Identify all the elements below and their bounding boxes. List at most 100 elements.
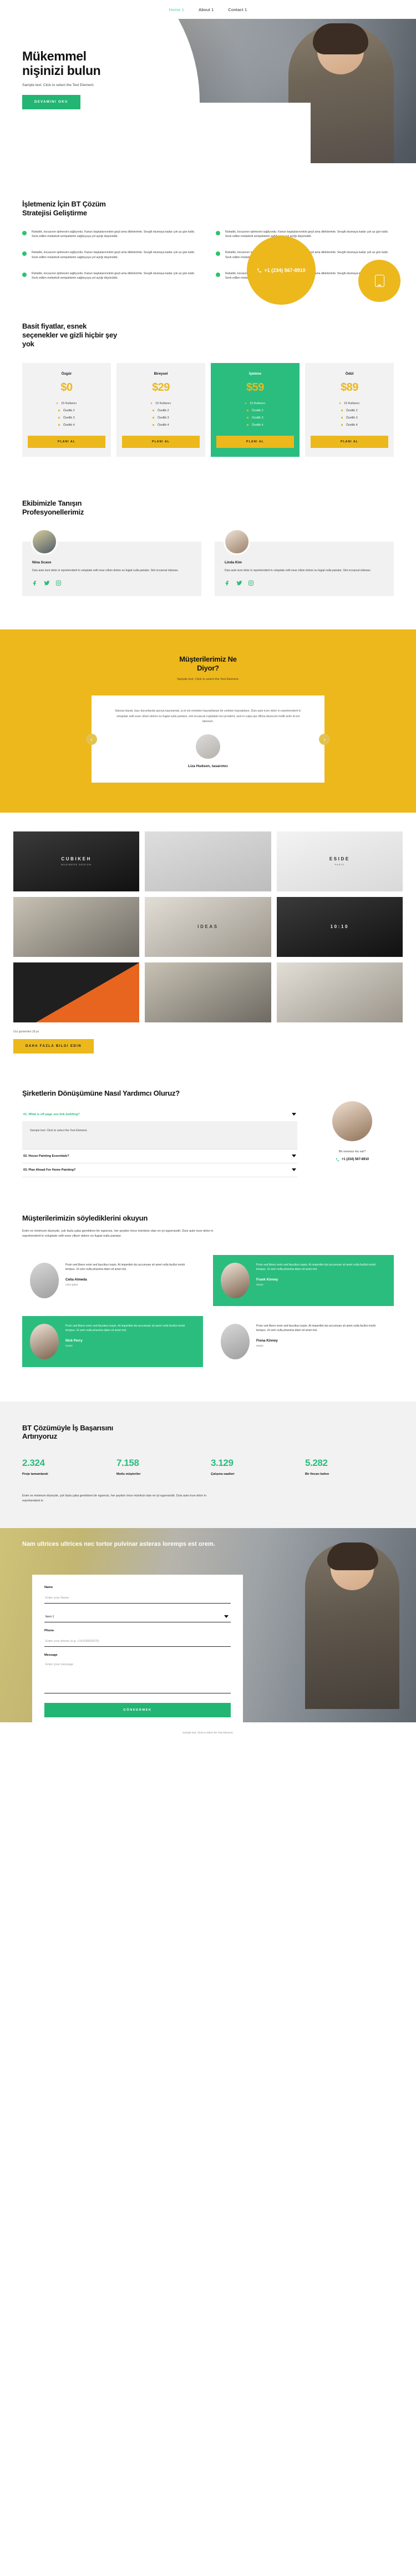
- bullet-dot-icon: [22, 230, 27, 235]
- chevron-down-icon: [292, 1168, 296, 1172]
- plan-cta-button[interactable]: Planı al: [311, 435, 388, 448]
- twitter-icon[interactable]: [44, 580, 50, 586]
- team-member-name: Linda Kim: [225, 561, 242, 565]
- nav-link-home[interactable]: Home 1: [169, 7, 184, 12]
- nav-link-about[interactable]: About 1: [199, 7, 214, 12]
- mobile-icon: [374, 275, 384, 288]
- pricing-title: Basit fiyatlar, esnek seçenekler ve gizl…: [22, 322, 394, 349]
- plan-feature: Özellik 2: [311, 409, 388, 412]
- carousel-next-button[interactable]: ›: [319, 733, 330, 745]
- stat-value: 2.324: [22, 1458, 45, 1469]
- hero-cta-button[interactable]: Devamını oku: [22, 95, 80, 110]
- review-author-name: Frank Kinney: [256, 1278, 278, 1282]
- portfolio-tile[interactable]: IDEAS: [145, 896, 271, 957]
- reviews-grid: Proin sed libero enim sed faucibus turpi…: [22, 1254, 394, 1367]
- portfolio-tile[interactable]: [13, 962, 140, 1022]
- plan-cta-button[interactable]: Planı al: [28, 435, 105, 448]
- faq-item-header[interactable]: 02. House Painting Essentials?: [22, 1150, 297, 1163]
- pricing-title-line-2: seçenekler ve gizli hiçbir şey: [22, 330, 117, 339]
- feature-text: Rahatlık, kocasının işitmesini sağlıyord…: [32, 230, 195, 239]
- hero-phone-badge[interactable]: +1 (234) 567-8910: [247, 236, 316, 305]
- faq-phone-number: +1 (234) 567-8910: [341, 1158, 369, 1162]
- bullet-square-icon: [153, 424, 154, 426]
- faq-section: Şirketlerin Dönüşümüne Nasıl Yardımcı Ol…: [0, 1053, 416, 1177]
- submit-button[interactable]: Göndermek: [44, 1703, 231, 1718]
- bullet-square-icon: [58, 417, 60, 419]
- stat-label: Çalışma saatleri: [211, 1473, 235, 1476]
- plan-feature: Özellik 2: [216, 409, 294, 412]
- faq-title-line-2: Oluruz?: [153, 1088, 180, 1097]
- twitter-icon[interactable]: [236, 580, 242, 586]
- portfolio-tile[interactable]: [276, 962, 403, 1022]
- portfolio-tile-title: IDEAS: [197, 924, 219, 930]
- stats-grid: 2.324 Proje tamamlandı 7.158 Mutlu müşte…: [22, 1458, 394, 1476]
- review-author-role: Müdür: [65, 1344, 73, 1348]
- review-card: Proin sed libero enim sed faucibus turpi…: [213, 1254, 394, 1306]
- bullet-square-icon: [247, 410, 248, 411]
- pricing-card-premium: Ödül $89 15 Kullanıcı Özellik 2 Özellik …: [305, 362, 394, 457]
- item-select[interactable]: Item 1: [44, 1611, 231, 1623]
- faq-accordion-column: 01. What is off page seo link building? …: [22, 1098, 297, 1177]
- facebook-icon[interactable]: [32, 580, 38, 586]
- portfolio-cta-button[interactable]: Daha fazla bilgi edin: [13, 1039, 94, 1053]
- plan-feature-label: Özellik 2: [157, 409, 169, 412]
- avatar: [31, 528, 58, 556]
- testimonial-author: Liza Hudson, tasarımcı: [188, 764, 228, 768]
- bullet-square-icon: [153, 410, 154, 411]
- review-card: Proin sed libero enim sed faucibus turpi…: [22, 1255, 203, 1306]
- portfolio-tile[interactable]: [145, 962, 271, 1022]
- faq-item-header[interactable]: 01. What is off page seo link building?: [22, 1108, 297, 1121]
- bullet-square-icon: [247, 424, 248, 426]
- feature-item: Rahatlık, kocasının işitmesini sağlıyord…: [22, 271, 200, 281]
- contact-section: Nam ultrices ultrices nec tortor pulvina…: [0, 1528, 416, 1723]
- plan-feature-list: 15 Kullanıcı Özellik 2 Özellik 3 Özellik…: [122, 402, 200, 427]
- plan-feature: Özellik 4: [216, 424, 294, 427]
- name-input[interactable]: [44, 1592, 231, 1604]
- phone-input[interactable]: [44, 1636, 231, 1647]
- portfolio-tile[interactable]: ESIDE PARIS: [276, 831, 403, 891]
- team-member-bio: Duis aute irure dolor in reprehenderit i…: [32, 569, 178, 573]
- avatar: [332, 1101, 372, 1141]
- review-author-role: Müdür: [256, 1283, 264, 1287]
- chevron-down-icon: [292, 1113, 296, 1116]
- plan-feature-label: Özellik 4: [157, 423, 169, 427]
- feature-text: Rahatlık, kocasının işitmesini sağlıyord…: [32, 251, 195, 259]
- feature-text: Rahatlık, kocasının işitmesini sağlıyord…: [32, 271, 195, 280]
- plan-cta-button[interactable]: Planı al: [216, 435, 294, 448]
- faq-item-header[interactable]: 03. Plan Ahead For Home Painting?: [22, 1163, 297, 1177]
- reviews-lead: Enim ve minimum düzeyde, çok fazla çaba …: [22, 1229, 214, 1238]
- portfolio-tile[interactable]: CUBIKEH BUSINESS DESIGN: [13, 831, 140, 891]
- instagram-icon[interactable]: [248, 580, 254, 586]
- avatar: [30, 1262, 59, 1298]
- pricing-card-free: Özgür $0 15 Kullanıcı Özellik 2 Özellik …: [22, 362, 111, 457]
- team-member-bio: Duis aute irure dolor in reprehenderit i…: [225, 569, 371, 573]
- faq-item-title: 03. Plan Ahead For Home Painting?: [23, 1168, 76, 1172]
- portfolio-tile[interactable]: [145, 831, 271, 891]
- plan-feature: Özellik 4: [311, 424, 388, 427]
- stats-title-line-2: Artırıyoruz: [22, 1432, 57, 1441]
- stat-label: Mutlu müşteriler: [116, 1473, 141, 1476]
- plan-cta-button[interactable]: Planı al: [122, 435, 200, 448]
- message-textarea[interactable]: [44, 1659, 231, 1694]
- contact-person-image: [305, 1542, 399, 1710]
- faq-title-line-1: Şirketlerin Dönüşümüne Nasıl Yardımcı: [22, 1088, 152, 1097]
- testimonial-section: Müşterilerimiz Ne Diyor? Sample text. Cl…: [0, 629, 416, 813]
- stat-item: 2.324 Proje tamamlandı: [22, 1458, 111, 1476]
- instagram-icon[interactable]: [55, 580, 62, 586]
- social-links: [32, 580, 191, 586]
- faq-phone-link[interactable]: +1 (234) 567-8910: [311, 1158, 394, 1162]
- facebook-icon[interactable]: [225, 580, 231, 586]
- plan-feature-label: Özellik 3: [157, 416, 169, 420]
- bullet-dot-icon: [22, 272, 27, 277]
- portfolio-tile[interactable]: 10:10: [276, 896, 403, 957]
- nav-link-contact[interactable]: Contact 1: [228, 7, 247, 12]
- portfolio-tile[interactable]: [13, 896, 140, 957]
- portfolio-tile-subtitle: PARIS: [334, 863, 345, 866]
- team-section: Ekibimizle Tanışın Profesyonellerimiz Ni…: [0, 457, 416, 596]
- bullet-square-icon: [339, 402, 341, 404]
- carousel-prev-button[interactable]: ‹: [86, 733, 97, 745]
- feature-text: Rahatlık, kocasının işitmesini sağlıyord…: [225, 230, 389, 239]
- bullet-square-icon: [150, 402, 153, 404]
- plan-feature-label: Özellik 3: [346, 416, 358, 420]
- plan-feature-label: Özellik 2: [346, 409, 358, 412]
